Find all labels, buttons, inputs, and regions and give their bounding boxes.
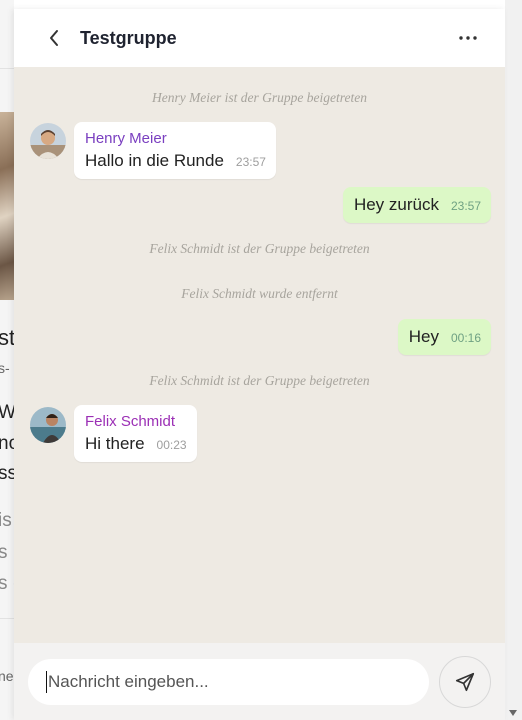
background-text: s ( bbox=[0, 573, 14, 594]
background-page: st s- We no ss is s s ( ne bbox=[0, 0, 14, 720]
sender-name[interactable]: Felix Schmidt bbox=[85, 413, 187, 430]
chat-title: Testgruppe bbox=[80, 27, 177, 48]
send-button[interactable] bbox=[439, 655, 491, 708]
message-bubble-outgoing[interactable]: Hey zurück 23:57 bbox=[342, 187, 491, 223]
message-bubble-incoming[interactable]: Felix Schmidt Hi there 00:23 bbox=[74, 405, 197, 462]
message-text: Hallo in die Runde bbox=[85, 151, 224, 170]
system-message: Felix Schmidt wurde entfernt bbox=[181, 286, 338, 301]
sender-name[interactable]: Henry Meier bbox=[85, 130, 266, 147]
back-button[interactable] bbox=[42, 26, 66, 50]
divider bbox=[0, 68, 14, 69]
text-caret bbox=[46, 670, 47, 693]
system-message: Henry Meier ist der Gruppe beigetreten bbox=[151, 90, 368, 105]
message-text: Hey bbox=[408, 327, 439, 346]
background-photo bbox=[0, 112, 14, 300]
message-input[interactable] bbox=[48, 671, 411, 692]
message-text: Hey zurück bbox=[353, 195, 439, 214]
send-icon bbox=[455, 672, 475, 691]
background-text: is bbox=[0, 510, 12, 531]
message-text: Hi there bbox=[85, 434, 145, 453]
scroll-down-arrow-icon[interactable] bbox=[509, 710, 517, 716]
background-text: s- bbox=[0, 360, 10, 376]
chevron-left-icon bbox=[50, 30, 58, 46]
divider bbox=[0, 618, 14, 619]
message-composer bbox=[14, 643, 505, 720]
message-time: 23:57 bbox=[235, 155, 266, 169]
avatar-image bbox=[30, 123, 66, 159]
message-input-wrapper[interactable] bbox=[28, 658, 429, 705]
avatar-henry-meier[interactable] bbox=[30, 123, 66, 159]
message-list[interactable]: Henry Meier ist der Gruppe beigetreten H… bbox=[14, 67, 505, 643]
system-message: Felix Schmidt ist der Gruppe beigetreten bbox=[149, 373, 370, 388]
background-text: ss bbox=[0, 463, 14, 484]
avatar-felix-schmidt[interactable] bbox=[30, 407, 66, 443]
message-time: 23:57 bbox=[450, 199, 481, 213]
avatar-image bbox=[30, 407, 66, 443]
background-text: ne bbox=[0, 668, 14, 684]
more-horizontal-icon bbox=[459, 36, 477, 40]
more-options-button[interactable] bbox=[455, 28, 481, 48]
chat-header: Testgruppe bbox=[14, 9, 505, 67]
message-time: 00:16 bbox=[450, 331, 481, 345]
background-text: no bbox=[0, 433, 14, 454]
background-text: st bbox=[0, 325, 14, 350]
background-text: We bbox=[0, 402, 14, 423]
message-bubble-outgoing[interactable]: Hey 00:16 bbox=[397, 319, 491, 355]
page-scrollbar[interactable] bbox=[505, 0, 522, 720]
message-time: 00:23 bbox=[156, 438, 187, 452]
system-message: Felix Schmidt ist der Gruppe beigetreten bbox=[149, 241, 370, 256]
background-text: s bbox=[0, 542, 8, 563]
message-bubble-incoming[interactable]: Henry Meier Hallo in die Runde 23:57 bbox=[74, 122, 276, 179]
chat-panel: Testgruppe Henry Meier ist der Gruppe be… bbox=[14, 9, 505, 720]
